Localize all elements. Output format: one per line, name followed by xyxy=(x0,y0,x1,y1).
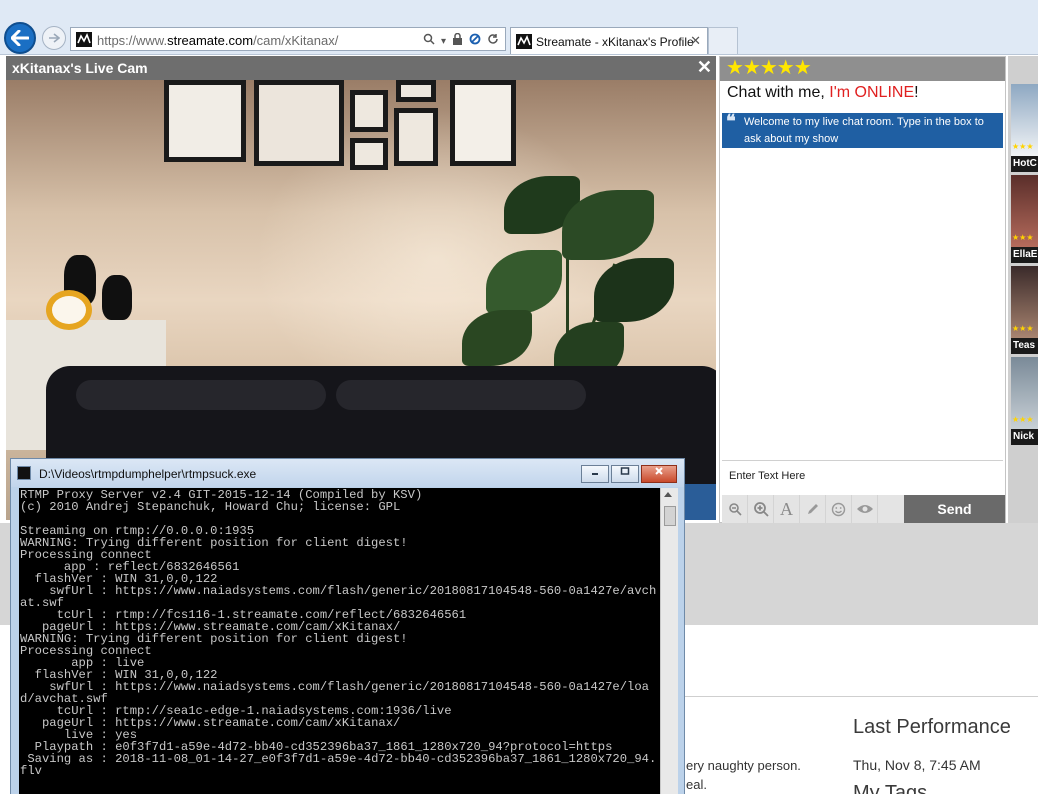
model-thumbnails: ★★★ HotC ★★★ EllaE ★★★ Teas ★★★ Nick xyxy=(1008,56,1038,523)
url-prefix: https://www. xyxy=(97,33,168,48)
forward-arrow-icon xyxy=(49,33,60,43)
thumbnail-name: EllaE xyxy=(1013,249,1038,260)
vase xyxy=(102,275,132,320)
picture-frame xyxy=(396,80,436,102)
address-tools: ▾ xyxy=(423,32,499,50)
thumbnail-name: Nick xyxy=(1013,431,1035,442)
quote-icon: ❝ xyxy=(726,111,736,131)
live-video[interactable] xyxy=(6,80,716,520)
site-favicon-icon xyxy=(76,32,92,47)
picture-frame xyxy=(164,80,246,162)
chat-heading-suffix: ! xyxy=(914,84,919,101)
lock-icon[interactable] xyxy=(452,32,463,50)
new-tab-button[interactable] xyxy=(708,27,738,54)
sofa-cushion xyxy=(76,380,326,410)
last-performance-heading: Last Performance xyxy=(853,716,1011,738)
block-icon[interactable] xyxy=(469,32,481,50)
rating-stars: ★★★★★ xyxy=(726,57,812,79)
address-bar[interactable]: https://www.streamate.com/cam/xKitanax/ … xyxy=(70,27,506,51)
console-scrollbar[interactable] xyxy=(660,488,678,794)
tab-favicon-icon xyxy=(516,34,532,49)
chat-toolbar: A xyxy=(722,495,904,523)
smiley-icon[interactable] xyxy=(826,495,852,523)
video-control-strip[interactable] xyxy=(685,484,716,520)
url-text[interactable]: https://www.streamate.com/cam/xKitanax/ xyxy=(97,33,338,48)
pencil-icon[interactable] xyxy=(800,495,826,523)
chat-heading-text: Chat with me, xyxy=(727,84,830,101)
search-icon[interactable] xyxy=(423,32,435,50)
chat-panel: ★★★★★ Chat with me, I'm ONLINE! ❝ Welcom… xyxy=(719,56,1006,523)
minimize-icon xyxy=(592,473,598,475)
picture-frame xyxy=(450,80,516,166)
bio-text-line: ery naughty person. xyxy=(686,758,801,773)
clock xyxy=(46,290,92,330)
scroll-up-icon[interactable] xyxy=(663,490,673,498)
forward-button[interactable] xyxy=(42,26,66,50)
welcome-message: ❝ Welcome to my live chat room. Type in … xyxy=(722,111,1003,148)
maximize-icon xyxy=(620,467,630,475)
thumbnail-stars: ★★★ xyxy=(1012,415,1034,424)
last-performance-date: Thu, Nov 8, 7:45 AM xyxy=(853,757,981,773)
console-titlebar[interactable]: D:\Videos\rtmpdumphelper\rtmpsuck.exe xyxy=(11,459,684,487)
maximize-button[interactable] xyxy=(611,465,639,483)
model-thumbnail[interactable]: ★★★ Teas xyxy=(1011,266,1038,354)
thumbnail-name: Teas xyxy=(1013,340,1036,351)
thumbnail-stars: ★★★ xyxy=(1012,142,1034,151)
back-arrow-icon xyxy=(11,30,29,46)
close-window-button[interactable] xyxy=(641,465,677,483)
rating-bar: ★★★★★ xyxy=(720,57,1005,81)
model-thumbnail[interactable]: ★★★ Nick xyxy=(1011,357,1038,445)
zoom-in-icon[interactable] xyxy=(748,495,774,523)
tab-close-icon[interactable]: ✕ xyxy=(690,33,701,49)
font-icon[interactable]: A xyxy=(774,495,800,523)
sofa-cushion xyxy=(336,380,586,410)
back-button[interactable] xyxy=(4,22,36,54)
url-host: streamate.com xyxy=(167,33,254,48)
model-thumbnail[interactable]: ★★★ HotC xyxy=(1011,84,1038,172)
bio-text-line: eal. xyxy=(686,777,707,792)
refresh-icon[interactable] xyxy=(487,32,499,50)
divider xyxy=(684,696,1038,697)
close-icon xyxy=(655,467,663,475)
screen: https://www.streamate.com/cam/xKitanax/ … xyxy=(0,0,1038,794)
welcome-text: Welcome to my live chat room. Type in th… xyxy=(744,116,984,145)
online-status: I'm ONLINE xyxy=(829,84,915,101)
picture-frame xyxy=(254,80,344,166)
thumbnail-name: HotC xyxy=(1013,158,1037,169)
picture-frame xyxy=(394,108,438,166)
picture-frame xyxy=(350,138,388,170)
zoom-out-icon[interactable] xyxy=(722,495,748,523)
browser-tab[interactable]: Streamate - xKitanax's Profile ✕ xyxy=(510,27,708,54)
live-cam-title: xKitanax's Live Cam xyxy=(12,60,148,76)
live-cam-header: xKitanax's Live Cam ✕ xyxy=(6,56,716,80)
console-text: RTMP Proxy Server v2.4 GIT-2015-12-14 (C… xyxy=(20,488,657,778)
console-output[interactable]: RTMP Proxy Server v2.4 GIT-2015-12-14 (C… xyxy=(19,488,660,794)
console-window[interactable]: D:\Videos\rtmpdumphelper\rtmpsuck.exe RT… xyxy=(10,458,685,794)
minimize-button[interactable] xyxy=(581,465,609,483)
url-dropdown-icon[interactable]: ▾ xyxy=(441,36,446,47)
eye-icon[interactable] xyxy=(852,495,878,523)
my-tags-heading: My Tags xyxy=(853,782,928,794)
model-thumbnail[interactable]: ★★★ EllaE xyxy=(1011,175,1038,263)
console-app-icon xyxy=(17,466,31,480)
chat-input[interactable]: Enter Text Here xyxy=(722,460,1003,494)
url-path: /cam/xKitanax/ xyxy=(253,33,339,48)
picture-frame xyxy=(350,90,388,132)
send-button[interactable]: Send xyxy=(904,495,1005,523)
chat-heading: Chat with me, I'm ONLINE! xyxy=(727,84,919,102)
tab-title: Streamate - xKitanax's Profile xyxy=(536,35,694,49)
console-title: D:\Videos\rtmpdumphelper\rtmpsuck.exe xyxy=(39,467,257,481)
browser-toolbar: https://www.streamate.com/cam/xKitanax/ … xyxy=(0,0,1038,55)
thumbnail-stars: ★★★ xyxy=(1012,324,1034,333)
thumbnail-stars: ★★★ xyxy=(1012,233,1034,242)
scrollbar-thumb[interactable] xyxy=(664,506,676,526)
chat-log[interactable] xyxy=(722,149,1003,459)
close-icon[interactable]: ✕ xyxy=(697,57,712,78)
